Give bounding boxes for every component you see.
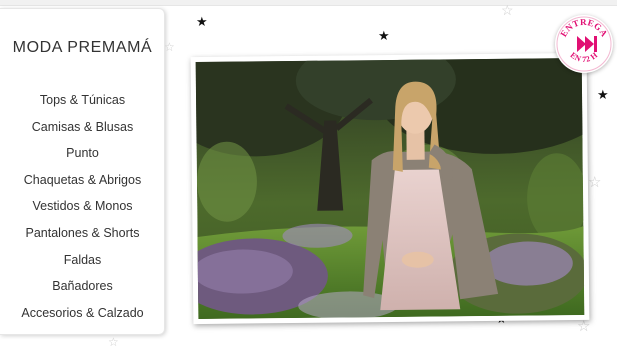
star-icon: ★	[597, 87, 609, 102]
menu-item-punto[interactable]: Punto	[0, 140, 165, 167]
delivery-72h-badge[interactable]: ENTREGA EN 72 H	[555, 15, 613, 73]
menu-item-faldas[interactable]: Faldas	[0, 247, 165, 274]
top-border	[0, 0, 617, 6]
star-outline-icon: ☆	[108, 335, 119, 349]
menu-title: MODA PREMAMÁ	[12, 39, 153, 56]
star-outline-icon: ☆	[577, 318, 591, 335]
star-icon: ★	[378, 28, 390, 43]
menu-list: Tops & Túnicas Camisas & Blusas Punto Ch…	[0, 87, 165, 326]
menu-item-accesorios-calzado[interactable]: Accesorios & Calzado	[0, 300, 165, 327]
hero-photo-frame	[190, 52, 590, 325]
menu-item-vestidos-monos[interactable]: Vestidos & Monos	[0, 193, 165, 220]
menu-item-pantalones-shorts[interactable]: Pantalones & Shorts	[0, 220, 165, 247]
menu-item-tops-tunicas[interactable]: Tops & Túnicas	[0, 87, 165, 114]
menu-item-chaquetas-abrigos[interactable]: Chaquetas & Abrigos	[0, 167, 165, 194]
star-outline-icon: ☆	[588, 174, 602, 191]
menu-item-banadores[interactable]: Bañadores	[0, 273, 165, 300]
menu-item-camisas-blusas[interactable]: Camisas & Blusas	[0, 114, 165, 141]
star-outline-icon: ☆	[164, 40, 175, 54]
hero-photo	[195, 57, 585, 320]
star-icon: ★	[196, 14, 208, 29]
category-menu: MODA PREMAMÁ Tops & Túnicas Camisas & Bl…	[0, 8, 165, 335]
star-outline-icon: ☆	[501, 2, 514, 18]
